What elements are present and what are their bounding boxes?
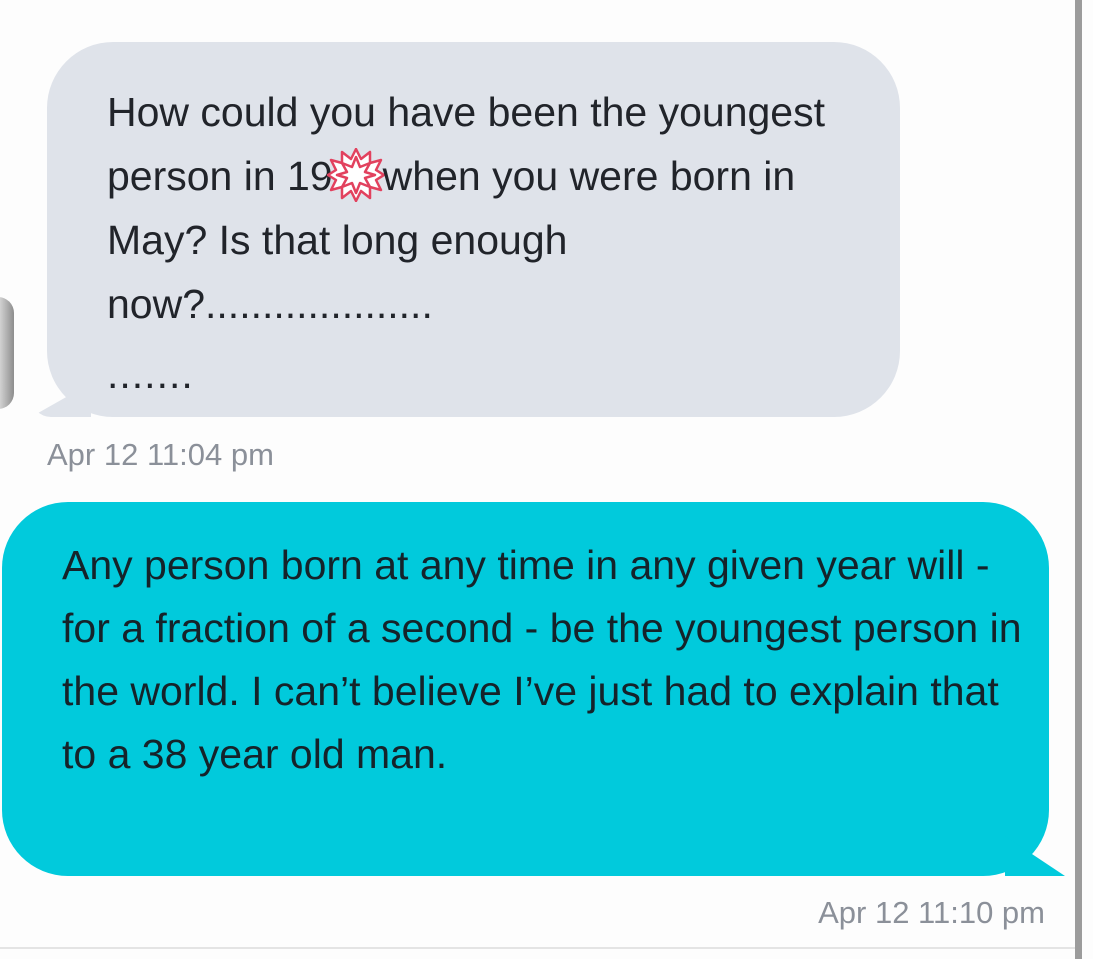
incoming-bubble-tail <box>31 383 91 417</box>
outgoing-message-text: Any person born at any time in any given… <box>62 542 1022 777</box>
conversation-view: How could you have been the youngest per… <box>0 0 1093 959</box>
incoming-message-bubble[interactable]: How could you have been the youngest per… <box>31 42 900 417</box>
divider <box>0 947 1075 949</box>
incoming-message-timestamp: Apr 12 11:04 pm <box>47 437 274 472</box>
outgoing-message-timestamp: Apr 12 11:10 pm <box>818 895 1045 930</box>
outgoing-bubble-tail <box>1005 836 1065 876</box>
red-star-burst-icon <box>326 148 385 202</box>
contact-avatar[interactable] <box>0 297 14 409</box>
outgoing-message-bubble[interactable]: Any person born at any time in any given… <box>2 502 1065 876</box>
scrollbar-edge <box>1075 0 1082 959</box>
incoming-message-text: How could you have been the youngest per… <box>107 80 867 336</box>
incoming-trailing-dots: ....... <box>107 351 194 397</box>
